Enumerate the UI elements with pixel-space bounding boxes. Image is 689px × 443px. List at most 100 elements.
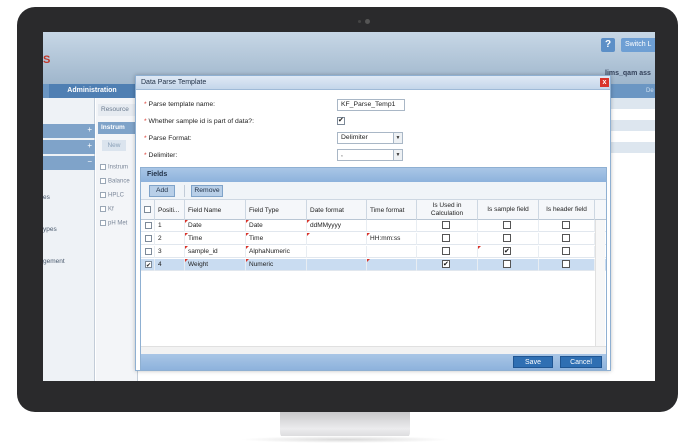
date-format-cell[interactable]: ddMMyyyy	[307, 220, 367, 232]
left-panel-group[interactable]: +	[43, 140, 95, 154]
list-item[interactable]: Instrum	[100, 164, 128, 171]
expand-icon[interactable]: +	[87, 125, 92, 134]
select-all-header[interactable]	[141, 200, 155, 220]
field-name-cell[interactable]: Date	[185, 220, 246, 232]
field-name-cell[interactable]: Weight	[185, 259, 246, 271]
sample-field-checkbox[interactable]	[503, 234, 511, 242]
screen: S ? Switch L lims_qam ass Administration…	[43, 32, 655, 381]
nav-right-label: De	[646, 88, 654, 94]
save-button[interactable]: Save	[513, 356, 553, 368]
new-button[interactable]: New	[102, 140, 126, 151]
dialog-title-bar[interactable]: Data Parse Template x	[136, 76, 610, 90]
row-checkbox[interactable]	[145, 235, 152, 242]
vertical-scrollbar[interactable]	[595, 220, 605, 346]
left-panel-group[interactable]: +	[43, 124, 95, 138]
used-in-calculation-checkbox[interactable]	[442, 259, 450, 271]
left-panel-item[interactable]: ypes	[43, 226, 57, 233]
position-cell[interactable]: 1	[155, 220, 185, 232]
header-field-cell	[539, 220, 595, 232]
field-type-cell[interactable]: Time	[246, 233, 307, 245]
sample-field-checkbox[interactable]	[503, 260, 511, 268]
list-item[interactable]: pH Met	[100, 220, 127, 227]
used-in-calculation-cell	[417, 220, 478, 232]
used-in-calculation-checkbox[interactable]	[442, 221, 450, 229]
left-panel: + + − es ypes gement	[43, 98, 95, 381]
switch-button[interactable]: Switch L	[621, 38, 655, 52]
used-in-calculation-checkbox[interactable]	[442, 247, 450, 255]
field-type-cell[interactable]: Date	[246, 220, 307, 232]
time-format-cell[interactable]	[367, 259, 417, 271]
close-icon[interactable]: x	[600, 78, 609, 87]
checkbox[interactable]	[100, 206, 106, 212]
sample-id-checkbox[interactable]	[337, 116, 345, 125]
sample-field-checkbox[interactable]	[503, 221, 511, 229]
checkbox[interactable]	[100, 178, 106, 184]
column-date-format[interactable]: Date format	[307, 200, 367, 220]
table-row[interactable]: 2 Time Time HH:mm:ss	[141, 233, 606, 245]
delimiter-select[interactable]: , ▼	[337, 149, 403, 161]
template-name-input[interactable]: KF_Parse_Temp1	[337, 99, 405, 111]
remove-button[interactable]: Remove	[191, 185, 223, 197]
column-position[interactable]: Positi...	[155, 200, 185, 220]
help-button[interactable]: ?	[601, 38, 615, 52]
date-format-cell[interactable]	[307, 259, 367, 271]
tab-administration[interactable]: Administration	[49, 84, 135, 98]
row-select-cell	[141, 220, 155, 232]
column-used-in-calculation[interactable]: Is Used in Calculation	[417, 200, 478, 220]
collapse-icon[interactable]: −	[87, 157, 92, 166]
chevron-down-icon[interactable]: ▼	[393, 133, 402, 143]
table-row[interactable]: 3 sample_id AlphaNumeric	[141, 246, 606, 258]
right-strip	[611, 98, 655, 381]
time-format-cell[interactable]	[367, 246, 417, 258]
row-select-cell	[141, 246, 155, 258]
sample-field-checkbox[interactable]	[503, 246, 511, 258]
table-row[interactable]: 1 Date Date ddMMyyyy	[141, 220, 606, 232]
chevron-down-icon[interactable]: ▼	[393, 150, 402, 160]
table-row[interactable]: 4 Weight Numeric	[141, 259, 606, 271]
add-button[interactable]: Add	[149, 185, 175, 197]
expand-icon[interactable]: +	[87, 141, 92, 150]
select-all-checkbox[interactable]	[144, 206, 151, 213]
header-field-checkbox[interactable]	[562, 221, 570, 229]
date-format-cell[interactable]	[307, 233, 367, 245]
data-parse-template-dialog: Data Parse Template x * Parse template n…	[135, 75, 611, 371]
left-panel-item[interactable]: es	[43, 194, 50, 201]
checkbox[interactable]	[100, 192, 106, 198]
time-format-cell[interactable]: HH:mm:ss	[367, 233, 417, 245]
row-checkbox[interactable]	[145, 222, 152, 229]
date-format-cell[interactable]	[307, 246, 367, 258]
header-field-checkbox[interactable]	[562, 234, 570, 242]
tab-instrument[interactable]: Instrum	[98, 122, 138, 134]
checkbox[interactable]	[100, 220, 106, 226]
column-field-name[interactable]: Field Name	[185, 200, 246, 220]
position-cell[interactable]: 4	[155, 259, 185, 271]
checkbox[interactable]	[100, 164, 106, 170]
field-name-cell[interactable]: sample_id	[185, 246, 246, 258]
header-field-checkbox[interactable]	[562, 247, 570, 255]
horizontal-scrollbar[interactable]	[141, 346, 606, 354]
list-item[interactable]: HPLC	[100, 192, 124, 199]
list-item[interactable]: Kf	[100, 206, 114, 213]
column-sample-field[interactable]: Is sample field	[478, 200, 539, 220]
header-field-checkbox[interactable]	[562, 260, 570, 268]
time-format-cell[interactable]	[367, 220, 417, 232]
field-type-cell[interactable]: Numeric	[246, 259, 307, 271]
parse-format-label: * Parse Format:	[144, 135, 192, 142]
column-field-type[interactable]: Field Type	[246, 200, 307, 220]
row-checkbox[interactable]	[145, 260, 152, 271]
field-name-cell[interactable]: Time	[185, 233, 246, 245]
position-cell[interactable]: 2	[155, 233, 185, 245]
list-item[interactable]: Balance	[100, 178, 130, 185]
field-type-cell[interactable]: AlphaNumeric	[246, 246, 307, 258]
stand-shadow	[240, 436, 450, 443]
used-in-calculation-checkbox[interactable]	[442, 234, 450, 242]
column-time-format[interactable]: Time format	[367, 200, 417, 220]
left-panel-item[interactable]: gement	[43, 258, 65, 265]
left-panel-group[interactable]: −	[43, 156, 95, 170]
column-header-field[interactable]: Is header field	[539, 200, 595, 220]
tab-resource[interactable]: Resource	[98, 104, 138, 116]
parse-format-select[interactable]: Delimiter ▼	[337, 132, 403, 144]
cancel-button[interactable]: Cancel	[560, 356, 602, 368]
position-cell[interactable]: 3	[155, 246, 185, 258]
row-checkbox[interactable]	[145, 248, 152, 255]
